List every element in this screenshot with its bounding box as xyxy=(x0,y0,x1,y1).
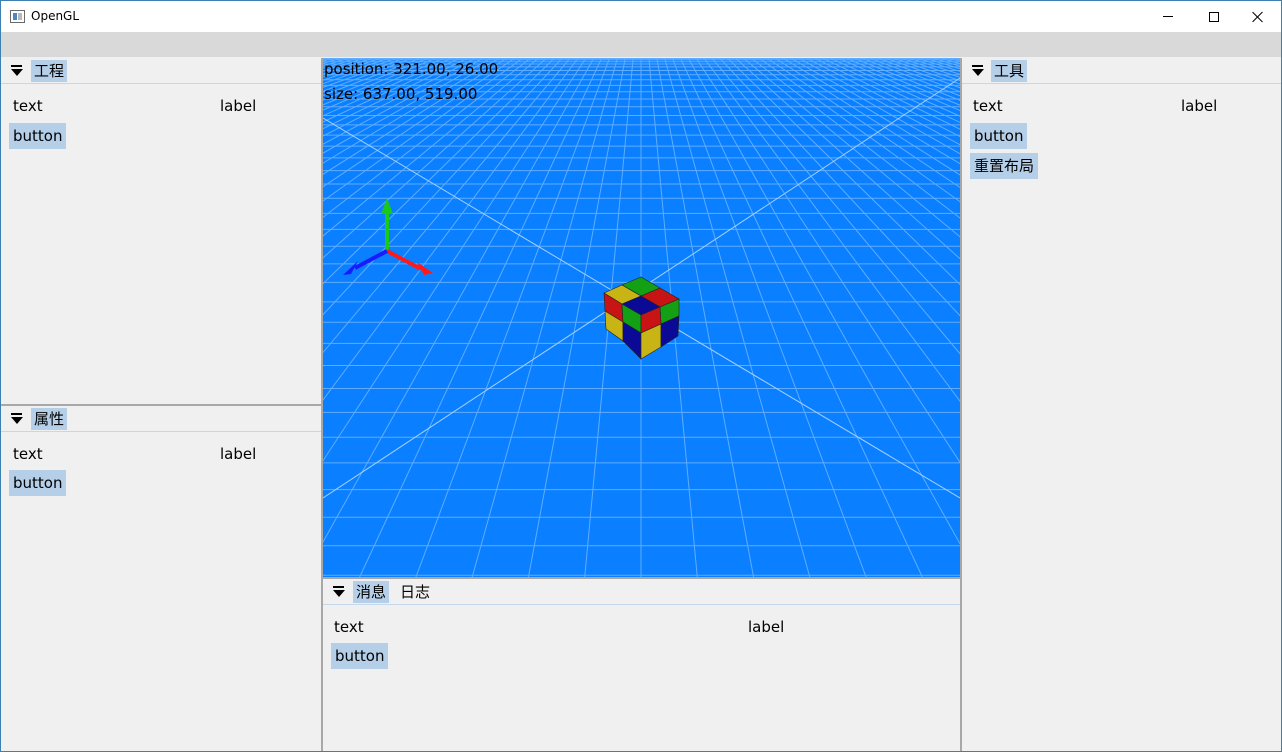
tab-tools[interactable]: 工具 xyxy=(991,60,1028,82)
grid-line xyxy=(323,58,587,462)
size-readout: size: 637.00, 519.00 xyxy=(324,85,478,103)
grid-line xyxy=(323,58,352,67)
x-axis xyxy=(386,249,422,271)
grid-line xyxy=(718,58,960,317)
grid-line xyxy=(323,58,376,75)
window-title: OpenGL xyxy=(31,9,80,23)
grid-line xyxy=(323,58,509,175)
grid-line xyxy=(359,58,603,577)
grid-line xyxy=(323,58,454,117)
grid-line xyxy=(323,58,571,354)
grid-line xyxy=(930,58,960,67)
text-label: text xyxy=(13,97,43,115)
tools-tab-bar: 工具 xyxy=(962,58,1281,84)
grid-line xyxy=(471,58,618,577)
minimize-icon xyxy=(1163,16,1173,17)
grid-line xyxy=(323,58,446,111)
grid-line xyxy=(859,58,960,97)
grid-line xyxy=(883,58,960,85)
tab-properties[interactable]: 属性 xyxy=(31,408,68,430)
grid-line xyxy=(323,58,548,259)
project-button[interactable]: button xyxy=(9,123,67,149)
text-label: text xyxy=(334,618,364,636)
grid-line xyxy=(323,58,564,316)
grid-line xyxy=(323,58,391,81)
grid-line xyxy=(734,58,960,260)
text-label: text xyxy=(13,445,43,463)
text-label: text xyxy=(973,97,1003,115)
project-tab-bar: 工程 xyxy=(1,58,321,84)
messages-tab-bar: 消息 日志 xyxy=(323,579,960,605)
grid-line xyxy=(664,58,811,577)
z-axis xyxy=(354,249,388,270)
collapse-icon[interactable] xyxy=(332,586,346,598)
reset-layout-button[interactable]: 重置布局 xyxy=(970,153,1039,179)
scene-canvas xyxy=(323,58,960,577)
grid-line xyxy=(323,58,595,543)
grid-line xyxy=(945,58,960,62)
close-button[interactable] xyxy=(1235,1,1281,32)
tab-project[interactable]: 工程 xyxy=(31,60,68,82)
grid-line xyxy=(671,58,867,577)
grid-line xyxy=(323,58,532,218)
grid-line xyxy=(820,58,960,123)
properties-tab-bar: 属性 xyxy=(1,406,321,432)
minimize-button[interactable] xyxy=(1145,1,1191,32)
grid-line xyxy=(687,58,960,545)
project-panel: 工程 text label button xyxy=(1,58,321,404)
app-icon xyxy=(10,10,25,23)
title-bar[interactable]: OpenGL xyxy=(1,1,1281,32)
collapse-icon[interactable] xyxy=(10,65,24,77)
grid-line xyxy=(711,58,960,355)
label-value: label xyxy=(220,445,257,463)
grid-line xyxy=(323,58,524,202)
label-value: label xyxy=(1181,97,1218,115)
grid-line xyxy=(323,58,407,88)
properties-panel: 属性 text label button xyxy=(1,406,321,751)
tools-button[interactable]: button xyxy=(970,123,1028,149)
grid-line xyxy=(323,58,423,96)
tab-messages[interactable]: 消息 xyxy=(353,581,390,603)
opengl-viewport[interactable]: position: 321.00, 26.00 size: 637.00, 51… xyxy=(323,58,960,577)
grid-line xyxy=(323,58,540,237)
grid-line xyxy=(852,58,960,101)
maximize-button[interactable] xyxy=(1191,1,1237,32)
cube xyxy=(603,276,680,360)
grid-line xyxy=(765,58,960,189)
label-value: label xyxy=(748,618,785,636)
grid-line xyxy=(679,58,923,577)
grid-line xyxy=(323,58,462,123)
messages-panel: 消息 日志 text label button xyxy=(323,579,960,751)
properties-button[interactable]: button xyxy=(9,470,67,496)
grid-line xyxy=(703,58,960,403)
collapse-icon[interactable] xyxy=(971,65,985,77)
y-axis-arrow xyxy=(381,198,393,214)
grid-line xyxy=(695,58,960,464)
grid-line xyxy=(323,58,579,401)
maximize-icon xyxy=(1209,11,1219,22)
collapse-icon[interactable] xyxy=(10,413,24,425)
grid-line xyxy=(758,58,960,203)
tools-panel: 工具 text label button 重置布局 xyxy=(962,58,1281,751)
grid-line xyxy=(323,58,399,85)
grid-line xyxy=(805,58,960,138)
grid-line xyxy=(742,58,960,238)
menu-bar xyxy=(1,32,1281,57)
label-value: label xyxy=(220,97,257,115)
grid-line xyxy=(323,58,337,62)
grid-line xyxy=(750,58,960,219)
tab-log[interactable]: 日志 xyxy=(397,581,433,603)
grid-line xyxy=(323,58,329,60)
close-icon xyxy=(1252,11,1264,23)
grid-line xyxy=(415,58,611,577)
app-window: OpenGL 工程 text label button 属性 text labe… xyxy=(0,0,1282,752)
grid-line xyxy=(898,58,960,78)
grid-line xyxy=(953,58,960,60)
messages-button[interactable]: button xyxy=(331,643,389,669)
grid-line xyxy=(875,58,960,89)
grid-line xyxy=(323,58,517,188)
position-readout: position: 321.00, 26.00 xyxy=(324,60,499,78)
